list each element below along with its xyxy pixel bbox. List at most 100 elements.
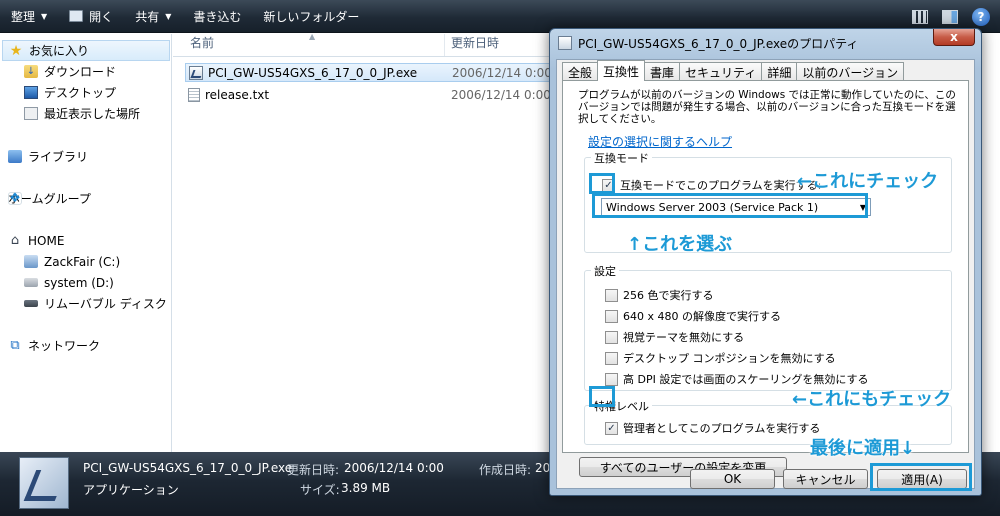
- setting-checkbox[interactable]: [605, 372, 618, 386]
- tab-general[interactable]: 全般: [562, 62, 599, 81]
- nav-item-label: ダウンロード: [44, 65, 117, 79]
- tab-archive[interactable]: 書庫: [644, 62, 681, 81]
- nav-item-favorites[interactable]: ★ お気に入り: [2, 40, 170, 61]
- setting-checkbox-row[interactable]: デスクトップ コンポジションを無効にする: [605, 350, 836, 366]
- nav-item-removable[interactable]: リムーバブル ディスク: [0, 293, 172, 314]
- annotation-apply-last: 最後に適用↓: [810, 438, 916, 459]
- organize-label: 整理: [11, 9, 36, 24]
- setting-checkbox[interactable]: [605, 351, 618, 365]
- nav-item-user[interactable]: ZackFair (C:): [0, 251, 172, 272]
- view-options-icon[interactable]: [912, 9, 928, 24]
- details-created-label: 作成日時:: [479, 463, 532, 477]
- open-label: 開く: [89, 9, 114, 24]
- properties-dialog: PCI_GW-US54GXS_6_17_0_0_JP.exeのプロパティ x 全…: [549, 28, 982, 496]
- admin-checkbox[interactable]: ✓: [605, 421, 618, 435]
- column-headers: ▲ 名前 更新日時: [173, 32, 553, 57]
- tab-security[interactable]: セキュリティ: [679, 62, 763, 81]
- setting-checkbox-row[interactable]: 視覚テーマを無効にする: [605, 329, 744, 345]
- compatibility-description: プログラムが以前のバージョンの Windows では正常に動作していたのに、この…: [578, 89, 956, 125]
- nav-item-label: デスクトップ: [44, 86, 117, 100]
- tab-previous-versions[interactable]: 以前のバージョン: [796, 62, 905, 81]
- nav-item-homegroup[interactable]: ❖ ホームグループ: [0, 188, 172, 209]
- nav-item-home[interactable]: ⌂ HOME: [0, 230, 172, 251]
- chevron-down-icon: ▼: [165, 11, 172, 21]
- setting-label: デスクトップ コンポジションを無効にする: [623, 352, 836, 365]
- network-icon: ⧉: [10, 338, 20, 353]
- annotation-check-this: ←これにチェック: [797, 171, 939, 192]
- nav-item-downloads[interactable]: ↓ ダウンロード: [0, 61, 172, 82]
- setting-label: 256 色で実行する: [623, 289, 714, 302]
- setting-checkbox[interactable]: [605, 330, 618, 344]
- file-date: 2006/12/14 0:00: [452, 65, 552, 80]
- new-folder-label: 新しいフォルダー: [263, 9, 360, 24]
- organize-menu[interactable]: 整理 ▼: [0, 0, 58, 33]
- nav-item-label: HOME: [28, 233, 65, 248]
- file-row[interactable]: release.txt 2006/12/14 0:00: [185, 85, 551, 104]
- favorites-group: ★ お気に入り ↓ ダウンロード デスクトップ 最近表示した場所: [0, 40, 172, 124]
- file-date: 2006/12/14 0:00: [451, 87, 551, 102]
- application-icon: [189, 65, 203, 80]
- setting-label: 640 x 480 の解像度で実行する: [623, 310, 781, 323]
- help-icon[interactable]: ?: [972, 7, 990, 26]
- nav-item-label: 最近表示した場所: [44, 107, 141, 121]
- annotation-check-this-too: ←これにもチェック: [792, 389, 952, 410]
- chevron-down-icon: ▼: [41, 11, 48, 21]
- admin-checkbox-row[interactable]: ✓ 管理者としてこのプログラムを実行する: [605, 420, 820, 436]
- ok-button[interactable]: OK: [690, 469, 775, 489]
- tab-strip: 全般 互換性 書庫 セキュリティ 詳細 以前のバージョン: [562, 60, 905, 81]
- burn-button[interactable]: 書き込む: [182, 0, 252, 33]
- admin-checkbox-label: 管理者としてこのプログラムを実行する: [623, 422, 821, 435]
- column-header-label: 更新日時: [451, 36, 500, 50]
- compat-mode-checkbox-row[interactable]: ✓ 互換モードでこのプログラムを実行する:: [602, 177, 821, 193]
- nav-item-desktop[interactable]: デスクトップ: [0, 82, 172, 103]
- downloads-folder-icon: ↓: [24, 65, 38, 78]
- user-drive-icon: [24, 255, 38, 268]
- nav-item-label: ライブラリ: [28, 150, 89, 164]
- highlight-apply-button: [870, 463, 972, 491]
- nav-item-network[interactable]: ⧉ ネットワーク: [0, 335, 172, 356]
- column-header-name[interactable]: ▲ 名前: [173, 32, 445, 56]
- nav-item-label: お気に入り: [29, 44, 90, 58]
- tab-details[interactable]: 詳細: [761, 62, 798, 81]
- details-filename: PCI_GW-US54GXS_6_17_0_0_JP.exe: [83, 461, 293, 475]
- close-icon: x: [950, 30, 958, 44]
- home-icon: ⌂: [10, 233, 20, 248]
- dialog-body: 全般 互換性 書庫 セキュリティ 詳細 以前のバージョン プログラムが以前のバー…: [556, 59, 975, 489]
- close-button[interactable]: x: [933, 29, 975, 46]
- nav-item-recent[interactable]: 最近表示した場所: [0, 103, 172, 124]
- setting-checkbox-row[interactable]: 256 色で実行する: [605, 287, 714, 303]
- open-icon: [69, 10, 84, 22]
- details-size-value: 3.89 MB: [341, 481, 391, 495]
- text-file-icon: [188, 87, 200, 102]
- removable-disk-icon: [24, 300, 38, 307]
- cancel-button[interactable]: キャンセル: [783, 469, 868, 489]
- burn-label: 書き込む: [193, 9, 242, 24]
- details-file-type: アプリケーション: [83, 483, 179, 497]
- open-button[interactable]: 開く: [58, 0, 124, 33]
- details-size-label: サイズ:: [300, 483, 340, 497]
- column-header-label: 名前: [190, 36, 215, 50]
- file-thumbnail-icon: [19, 457, 69, 509]
- nav-item-system[interactable]: system (D:): [0, 272, 172, 293]
- application-icon: [558, 36, 572, 50]
- tab-compatibility[interactable]: 互換性: [597, 60, 646, 81]
- highlight-admin-checkbox: [589, 386, 615, 407]
- nav-item-libraries[interactable]: ライブラリ: [0, 146, 172, 167]
- preview-pane-icon[interactable]: [942, 9, 958, 24]
- new-folder-button[interactable]: 新しいフォルダー: [252, 0, 370, 33]
- share-menu[interactable]: 共有 ▼: [124, 0, 182, 33]
- setting-checkbox-row[interactable]: 640 x 480 の解像度で実行する: [605, 308, 781, 324]
- dialog-title-bar[interactable]: PCI_GW-US54GXS_6_17_0_0_JP.exeのプロパティ: [558, 34, 858, 52]
- help-link[interactable]: 設定の選択に関するヘルプ: [588, 133, 732, 150]
- network-group: ⧉ ネットワーク: [0, 335, 172, 356]
- drive-icon: [24, 278, 38, 287]
- recent-places-icon: [24, 107, 38, 120]
- column-header-date[interactable]: 更新日時: [445, 34, 499, 56]
- setting-checkbox[interactable]: [605, 309, 618, 323]
- setting-checkbox[interactable]: [605, 288, 618, 302]
- computer-group: ⌂ HOME ZackFair (C:) system (D:) リムーバブル デ…: [0, 230, 172, 314]
- nav-item-label: リムーバブル ディスク: [44, 297, 167, 311]
- star-icon: ★: [9, 42, 23, 59]
- file-row[interactable]: PCI_GW-US54GXS_6_17_0_0_JP.exe 2006/12/1…: [185, 63, 553, 82]
- dialog-title: PCI_GW-US54GXS_6_17_0_0_JP.exeのプロパティ: [578, 36, 859, 51]
